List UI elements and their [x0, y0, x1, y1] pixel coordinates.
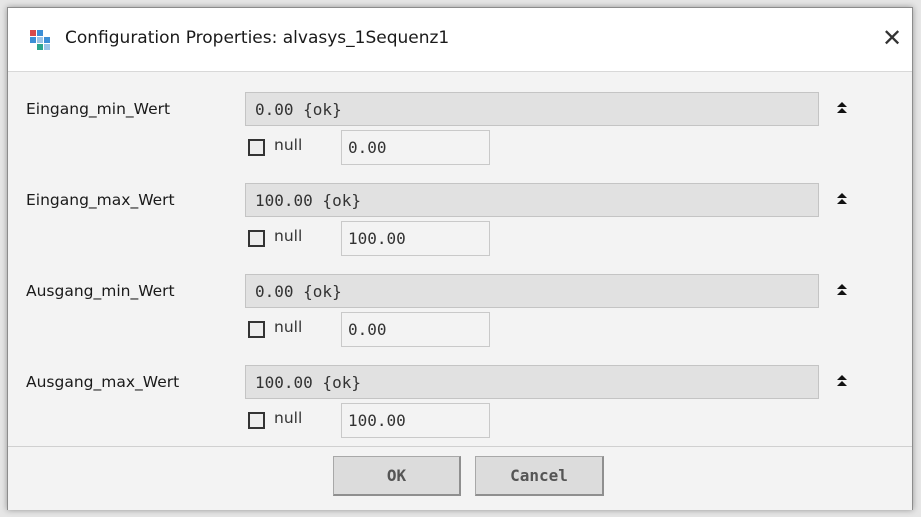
property-row-eingang-min-wert: Eingang_min_Wert 0.00 {ok} null 0.00	[8, 80, 912, 170]
property-value-field[interactable]: 100.00 {ok}	[245, 183, 819, 217]
null-label: null	[274, 227, 303, 245]
config-app-icon	[30, 30, 50, 50]
null-label: null	[274, 136, 303, 154]
null-checkbox[interactable]	[248, 321, 265, 338]
null-value-input[interactable]: 0.00	[341, 312, 490, 347]
double-chevron-up-icon[interactable]	[834, 280, 850, 300]
cancel-button[interactable]: Cancel	[475, 456, 604, 496]
close-icon: ✕	[881, 24, 903, 52]
property-label: Eingang_min_Wert	[26, 100, 171, 118]
dialog-footer: OK Cancel	[8, 446, 912, 510]
property-value-field[interactable]: 100.00 {ok}	[245, 365, 819, 399]
property-value-field[interactable]: 0.00 {ok}	[245, 92, 819, 126]
property-label: Ausgang_max_Wert	[26, 373, 180, 391]
null-checkbox[interactable]	[248, 412, 265, 429]
dialog-title: Configuration Properties: alvasys_1Seque…	[65, 28, 450, 48]
null-checkbox[interactable]	[248, 139, 265, 156]
properties-panel: Eingang_min_Wert 0.00 {ok} null 0.00 Ein…	[8, 71, 912, 447]
double-chevron-up-icon[interactable]	[834, 371, 850, 391]
property-row-ausgang-max-wert: Ausgang_max_Wert 100.00 {ok} null 100.00	[8, 353, 912, 443]
property-row-eingang-max-wert: Eingang_max_Wert 100.00 {ok} null 100.00	[8, 171, 912, 261]
null-value-input[interactable]: 100.00	[341, 221, 490, 256]
configuration-properties-dialog: Configuration Properties: alvasys_1Seque…	[7, 7, 913, 510]
property-label: Eingang_max_Wert	[26, 191, 175, 209]
double-chevron-up-icon[interactable]	[834, 189, 850, 209]
double-chevron-up-icon[interactable]	[834, 98, 850, 118]
property-label: Ausgang_min_Wert	[26, 282, 175, 300]
dialog-titlebar[interactable]: Configuration Properties: alvasys_1Seque…	[8, 8, 912, 71]
ok-button[interactable]: OK	[333, 456, 461, 496]
null-label: null	[274, 409, 303, 427]
property-value-field[interactable]: 0.00 {ok}	[245, 274, 819, 308]
null-value-input[interactable]: 100.00	[341, 403, 490, 438]
null-value-input[interactable]: 0.00	[341, 130, 490, 165]
null-checkbox[interactable]	[248, 230, 265, 247]
close-button[interactable]: ✕	[876, 22, 908, 54]
property-row-ausgang-min-wert: Ausgang_min_Wert 0.00 {ok} null 0.00	[8, 262, 912, 352]
null-label: null	[274, 318, 303, 336]
